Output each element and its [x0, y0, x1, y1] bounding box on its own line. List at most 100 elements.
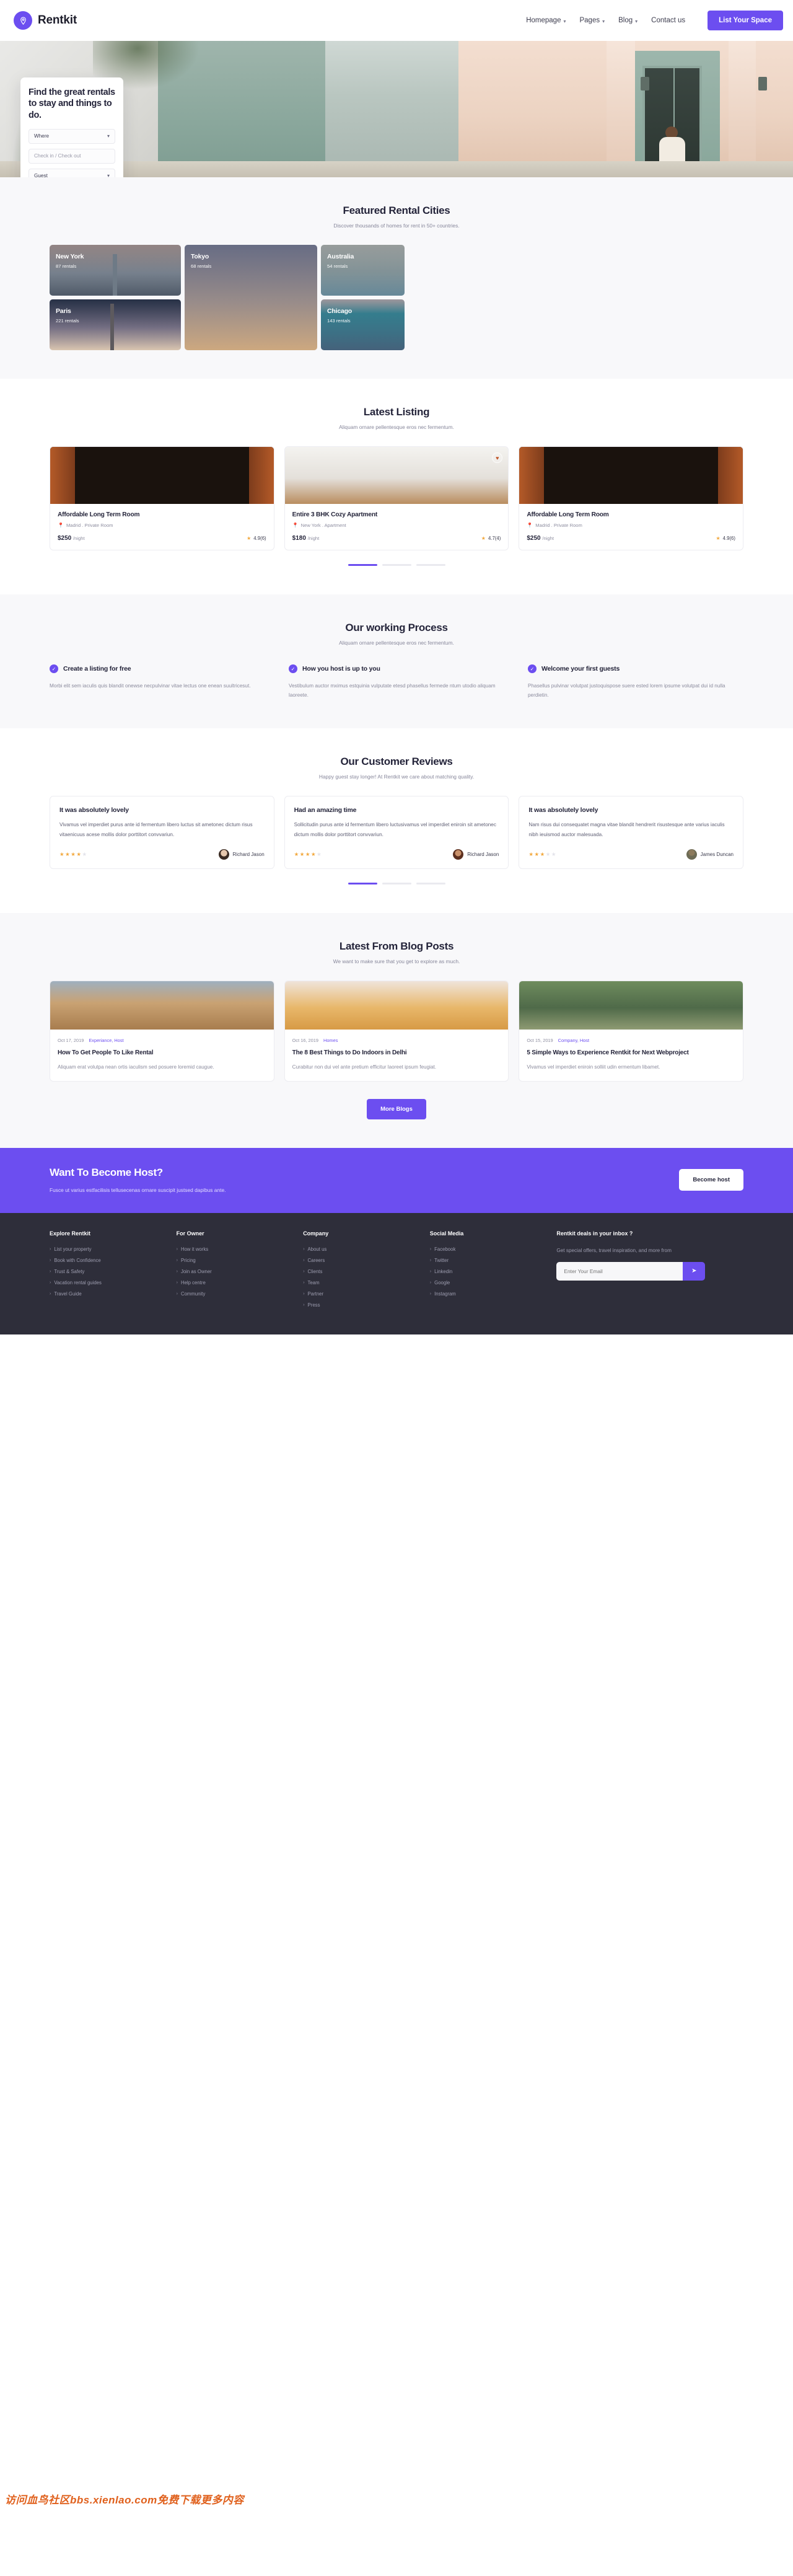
blog-excerpt: Vivamus vel imperdiet eniroin solliit ud…	[527, 1064, 660, 1070]
city-rental-count: 54 rentals	[327, 263, 348, 269]
hero-section: Find the great rentals to stay and thing…	[0, 41, 793, 177]
nav-item-pages[interactable]: Pages ▾	[579, 17, 605, 24]
footer-link[interactable]: › Pricing	[177, 1258, 297, 1263]
process-step-body: Vestibulum auctor mximus estquinia vulpu…	[289, 683, 496, 699]
chevron-right-icon: ›	[303, 1302, 305, 1307]
footer-link-label: Vacation rental guides	[54, 1279, 102, 1286]
footer-link[interactable]: › Community	[177, 1291, 297, 1297]
listing-card[interactable]: Affordable Long Term Room 📍 Madrid . Pri…	[50, 446, 274, 550]
review-title: Had an amazing time	[294, 806, 357, 814]
rating-stars: ★★★★★	[528, 850, 557, 857]
blog-date: Oct 17, 2019	[58, 1037, 84, 1043]
footer-link-twitter[interactable]: › Twitter	[430, 1258, 551, 1263]
reviews-carousel-pagination	[50, 882, 743, 884]
blog-meta: Oct 16, 2019 Homes	[292, 1038, 501, 1043]
blog-card[interactable]: Oct 15, 2019 Company, Host 5 Simple Ways…	[519, 980, 743, 1082]
blog-photo	[519, 981, 743, 1030]
footer-link[interactable]: › Book with Confidence	[50, 1258, 170, 1263]
footer-link[interactable]: › How it works	[177, 1246, 297, 1252]
city-rental-count: 221 rentals	[56, 318, 79, 324]
footer-link[interactable]: › About us	[303, 1246, 424, 1252]
footer-link-instagram[interactable]: › Instagram	[430, 1291, 551, 1297]
reviews-grid: It was absolutely lovely Vivamus vel imp…	[50, 796, 743, 869]
carousel-dot-3[interactable]	[416, 882, 445, 884]
footer-link[interactable]: › Vacation rental guides	[50, 1280, 170, 1286]
city-card-chicago[interactable]: Chicago 143 rentals	[321, 299, 405, 350]
latest-blog-section: Latest From Blog Posts We want to make s…	[0, 912, 793, 1148]
carousel-dot-1[interactable]	[348, 564, 377, 566]
hero-search-card: Find the great rentals to stay and thing…	[20, 77, 123, 177]
become-host-cta: Want To Become Host? Fusce ut varius est…	[0, 1147, 793, 1213]
carousel-dot-2[interactable]	[382, 564, 411, 566]
chevron-right-icon: ›	[303, 1246, 305, 1251]
newsletter-submit-button[interactable]: ➤	[683, 1261, 706, 1281]
listing-rating-value: 4.9(6)	[253, 536, 266, 541]
process-step-title: Create a listing for free	[63, 665, 131, 673]
footer-heading: Company	[303, 1230, 329, 1237]
footer-link[interactable]: › List your property	[50, 1246, 170, 1252]
blog-card[interactable]: Oct 16, 2019 Homes The 8 Best Things to …	[284, 980, 509, 1082]
listing-price-unit: /night	[73, 536, 85, 541]
date-range-input[interactable]: Check in / Check out	[28, 148, 115, 164]
more-blogs-button[interactable]: More Blogs	[367, 1098, 426, 1119]
brand-logo[interactable]: Rentkit	[10, 11, 77, 30]
footer-link[interactable]: › Trust & Safety	[50, 1269, 170, 1274]
review-body: Sollicitudin purus ante id fermentum lib…	[294, 822, 496, 837]
listing-rating: ★ 4.9(6)	[247, 536, 266, 541]
section-subtitle: Discover thousands of homes for rent in …	[333, 223, 460, 229]
list-your-space-button[interactable]: List Your Space	[708, 11, 783, 30]
avatar	[453, 849, 464, 860]
blog-category[interactable]: Homes	[323, 1038, 338, 1043]
footer-link[interactable]: › Join as Owner	[177, 1269, 297, 1274]
guest-select[interactable]: Guest ▾	[28, 168, 115, 177]
chevron-right-icon: ›	[303, 1291, 305, 1296]
city-card-tokyo[interactable]: Tokyo 68 rentals	[185, 245, 317, 350]
listing-photo	[519, 447, 743, 504]
blog-category[interactable]: Company, Host	[558, 1038, 589, 1043]
carousel-dot-3[interactable]	[416, 564, 445, 566]
city-card-new-york[interactable]: New York 87 rentals	[50, 245, 181, 296]
footer-link[interactable]: › Team	[303, 1280, 424, 1286]
blog-category[interactable]: Experiance, Host	[89, 1038, 123, 1043]
footer-link[interactable]: › Press	[303, 1302, 424, 1308]
section-header: Our Customer Reviews Happy guest stay lo…	[50, 756, 743, 780]
where-select[interactable]: Where ▾	[28, 128, 115, 144]
page-root: Rentkit Homepage ▾ Pages ▾ Blog ▾ Contac…	[0, 0, 793, 2506]
nav-item-blog[interactable]: Blog ▾	[618, 17, 637, 24]
city-rental-count: 143 rentals	[327, 318, 351, 324]
carousel-dot-1[interactable]	[348, 882, 377, 884]
star-icon: ★	[247, 536, 252, 541]
carousel-dot-2[interactable]	[382, 882, 411, 884]
footer-link[interactable]: › Partner	[303, 1291, 424, 1297]
footer-link[interactable]: › Help centre	[177, 1280, 297, 1286]
city-name: Australia	[327, 253, 354, 260]
favorite-heart-icon[interactable]: ♥	[492, 452, 503, 463]
footer-link-label: Partner	[307, 1290, 324, 1297]
become-host-button[interactable]: Become host	[679, 1168, 743, 1191]
latest-listing-section: Latest Listing Aliquam ornare pellentesq…	[0, 379, 793, 594]
footer-link[interactable]: › Clients	[303, 1269, 424, 1274]
listing-price: $250 /night	[527, 535, 554, 542]
cta-text: Fusce ut varius estfacilisis tellusecena…	[50, 1186, 226, 1193]
nav-label: Homepage	[526, 17, 561, 24]
reviewer-name: Richard Jason	[467, 851, 499, 857]
listing-location-text: New York . Apartment	[300, 523, 346, 528]
footer-link[interactable]: › Careers	[303, 1258, 424, 1263]
city-card-australia[interactable]: Australia 54 rentals	[321, 245, 405, 296]
listing-card[interactable]: ♥ Entire 3 BHK Cozy Apartment 📍 New York…	[284, 446, 509, 550]
chevron-right-icon: ›	[176, 1246, 178, 1251]
nav-item-contact-us[interactable]: Contact us	[651, 17, 685, 24]
footer-link-facebook[interactable]: › Facebook	[430, 1246, 551, 1252]
chevron-right-icon: ›	[176, 1269, 178, 1274]
email-input[interactable]	[556, 1261, 683, 1281]
nav-item-homepage[interactable]: Homepage ▾	[526, 17, 566, 24]
footer-link-linkedin[interactable]: › Linkedin	[430, 1269, 551, 1274]
footer-link-google[interactable]: › Google	[430, 1280, 551, 1286]
listing-card[interactable]: Affordable Long Term Room 📍 Madrid . Pri…	[519, 446, 743, 550]
review-title: It was absolutely lovely	[59, 806, 129, 814]
city-card-paris[interactable]: Paris 221 rentals	[50, 299, 181, 350]
blog-card[interactable]: Oct 17, 2019 Experiance, Host How To Get…	[50, 980, 274, 1082]
city-rental-count: 68 rentals	[191, 263, 212, 269]
footer-link[interactable]: › Travel Guide	[50, 1291, 170, 1297]
chevron-down-icon: ▾	[107, 133, 110, 139]
